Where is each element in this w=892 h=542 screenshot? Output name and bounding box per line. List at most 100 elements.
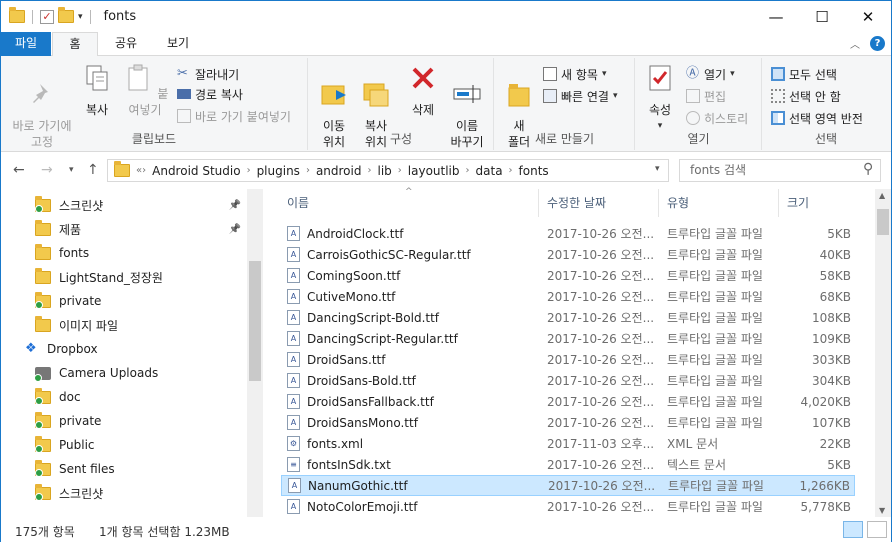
address-dropdown-icon[interactable]: ▾ [655,164,660,174]
breadcrumb-separator-icon[interactable]: › [398,165,402,176]
copy-button[interactable]: 복사 [79,62,115,118]
table-row[interactable]: A DancingScript-Regular.ttf 2017-10-26 오전.… [281,328,855,349]
column-header-type[interactable]: 유형 [659,189,779,217]
file-list-scrollbar-thumb[interactable] [877,209,889,235]
select-none-button[interactable]: 선택 안 함 [771,86,841,106]
breadcrumb-item[interactable]: plugins [257,164,300,178]
new-item-button[interactable]: 새 항목 ▾ [543,64,606,84]
properties-icon[interactable]: ✓ [40,9,54,24]
file-size: 109KB [811,331,851,346]
help-icon[interactable]: ? [870,36,885,51]
table-row[interactable]: ≡ fontsInSdk.txt 2017-10-26 오전... 텍스트 문서 5KB [281,454,855,475]
large-icons-view-button[interactable] [867,521,887,538]
history-button[interactable]: 히스토리 [686,108,748,128]
cut-button[interactable]: ✂ 잘라내기 [177,64,239,84]
details-view-button[interactable] [843,521,863,538]
table-row[interactable]: A CarroisGothicSC-Regular.ttf 2017-10-26 오… [281,244,855,265]
table-row[interactable]: A DroidSansMono.ttf 2017-10-26 오전... 트루타입 글… [281,412,855,433]
nav-item[interactable]: 스크린샷 📌 [1,193,247,217]
table-row[interactable]: A AndroidClock.ttf 2017-10-26 오전... 트루타입 글꼴… [281,223,855,244]
nav-item[interactable]: private [1,409,247,433]
close-button[interactable]: ✕ [845,1,891,32]
breadcrumb-separator-icon[interactable]: › [466,165,470,176]
table-row[interactable]: A NanumGothic.ttf 2017-10-26 오전... 트루타입 글꼴 … [281,475,855,496]
breadcrumb-item[interactable]: lib [377,164,391,178]
table-row[interactable]: A DroidSans-Bold.ttf 2017-10-26 오전... 트루타입 … [281,370,855,391]
back-arrow-icon[interactable]: ← [13,162,25,178]
table-row[interactable]: A ComingSoon.ttf 2017-10-26 오전... 트루타입 글꼴 파… [281,265,855,286]
customize-toolbar-icon[interactable]: ▾ [78,12,83,22]
paste-button[interactable]: 붙여넣기 [119,62,171,118]
open-button[interactable]: Ⓐ 열기 ▾ [686,64,735,84]
nav-item[interactable]: private [1,289,247,313]
file-type: 트루타입 글꼴 파일 [667,227,763,241]
collapse-ribbon-icon[interactable]: ︿ [850,36,860,51]
breadcrumb-item[interactable]: fonts [519,164,549,178]
file-size: 5KB [827,457,851,472]
tab-home[interactable]: 홈 [52,32,98,57]
scissors-icon: ✂ [177,66,188,81]
breadcrumb-item[interactable]: Android Studio [152,164,240,178]
search-icon: ⚲ [863,161,874,177]
nav-item[interactable]: fonts [1,241,247,265]
new-folder-icon[interactable] [58,7,74,23]
table-row[interactable]: A CutiveMono.ttf 2017-10-26 오전... 트루타입 글꼴 파… [281,286,855,307]
breadcrumb-item[interactable]: layoutlib [408,164,460,178]
table-row[interactable]: ⚙ fonts.xml 2017-11-03 오후... XML 문서 22KB [281,433,855,454]
easy-access-button[interactable]: 빠른 연결 ▾ [543,86,618,106]
delete-button[interactable]: 삭제 [405,62,441,118]
nav-item[interactable]: Sent files [1,457,247,481]
tab-view[interactable]: 보기 [151,32,205,56]
nav-scrollbar[interactable] [247,189,263,517]
nav-item[interactable]: Camera Uploads [1,361,247,385]
breadcrumb-separator-icon[interactable]: › [367,165,371,176]
paste-shortcut-button[interactable]: 바로 가기 붙여넣기 [177,106,291,126]
nav-item[interactable]: 이미지 파일 [1,313,247,337]
scroll-down-icon[interactable]: ▼ [879,506,885,515]
search-input[interactable]: fonts 검색 [679,159,881,182]
ribbon-tabs: 파일 홈 공유 보기 ︿ ? [1,32,891,57]
table-row[interactable]: A DancingScript-Bold.ttf 2017-10-26 오전... 트… [281,307,855,328]
tab-file[interactable]: 파일 [1,32,51,56]
folder-icon [35,435,51,453]
up-arrow-icon[interactable]: ↑ [87,162,99,178]
new-group: 새 폴더 새 항목 ▾ 빠른 연결 ▾ 새로 만들기 [495,58,635,150]
edit-button[interactable]: 편집 [686,86,726,106]
breadcrumb-item[interactable]: data [476,164,503,178]
nav-item[interactable]: 스크린샷 [1,481,247,505]
file-list-scrollbar[interactable]: ▲ ▼ [875,189,891,517]
nav-scrollbar-thumb[interactable] [249,261,261,381]
table-row[interactable]: A DroidSans.ttf 2017-10-26 오전... 트루타입 글꼴 파일… [281,349,855,370]
invert-selection-button[interactable]: 선택 영역 반전 [771,108,863,128]
address-box[interactable]: « › Android Studio › plugins › android › lib › la… [107,159,669,182]
nav-item[interactable]: LightStand_정장원 [1,265,247,289]
file-date: 2017-10-26 오전... [547,500,655,514]
breadcrumb-item[interactable]: android [316,164,362,178]
nav-item[interactable]: ❖ Dropbox [1,337,247,361]
breadcrumb-separator-icon[interactable]: › [509,165,513,176]
breadcrumb-separator-icon[interactable]: › [142,165,146,176]
breadcrumb-separator-icon[interactable]: › [247,165,251,176]
table-row[interactable]: A NotoColorEmoji.ttf 2017-10-26 오전... 트루타입 … [281,496,855,517]
forward-arrow-icon[interactable]: → [41,162,53,178]
scroll-up-icon[interactable]: ▲ [879,191,885,200]
nav-item[interactable]: 제품 📌 [1,217,247,241]
file-size: 108KB [811,310,851,325]
copy-path-button[interactable]: 경로 복사 [177,84,243,104]
properties-button[interactable]: 속성 ▾ [642,62,678,134]
nav-item[interactable]: doc [1,385,247,409]
column-header-date[interactable]: 수정한 날짜 [539,189,659,217]
title-bar: ✓ ▾ fonts — ☐ ✕ [1,1,891,32]
minimize-button[interactable]: — [753,1,799,32]
nav-item[interactable]: Public [1,433,247,457]
column-header-size[interactable]: 크기 [779,189,855,217]
breadcrumb-separator-icon[interactable]: › [306,165,310,176]
history-icon [686,111,700,125]
recent-locations-icon[interactable]: ▾ [69,165,74,175]
maximize-button[interactable]: ☐ [799,1,845,32]
properties-icon [649,65,671,91]
select-all-button[interactable]: 모두 선택 [771,64,837,84]
tab-share[interactable]: 공유 [101,32,151,56]
table-row[interactable]: A DroidSansFallback.ttf 2017-10-26 오전... 트루… [281,391,855,412]
font-file-icon: A [287,331,300,346]
